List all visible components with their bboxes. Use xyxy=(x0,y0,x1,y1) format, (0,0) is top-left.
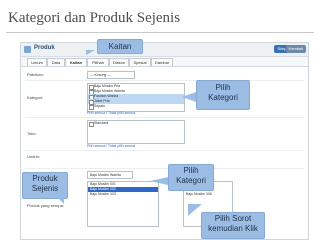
kategori-item-label: Baju Muslim Wanita xyxy=(94,89,125,93)
kategori-item[interactable]: Sepatu xyxy=(88,104,184,110)
tab-bar: Umum Data Kaitan Pilihan Diskon Spesial … xyxy=(21,57,308,67)
callout-line: Pilih xyxy=(183,166,199,175)
tab-spesial[interactable]: Spesial xyxy=(129,58,151,66)
toko-list[interactable]: Standard xyxy=(87,120,185,144)
toko-item-label: Standard xyxy=(94,121,109,125)
checkbox[interactable] xyxy=(89,122,94,127)
admin-screenshot: Produk Simpan Kembali Umum Data Kaitan P… xyxy=(20,42,309,240)
callout-pilih-kategori-arrow xyxy=(182,92,196,102)
callout-line: Pilih xyxy=(215,83,231,92)
select-all-text[interactable]: Pilih semua xyxy=(87,111,105,115)
pabrikan-label: Pabrikan: xyxy=(27,72,44,77)
callout-line: Pilih Sorot xyxy=(214,214,252,223)
callout-pilih-kategori-2: Pilih Kategori xyxy=(168,164,214,191)
callout-pilih-kategori-2-arrow xyxy=(150,177,168,185)
callout-pilih-kategori: Pilih Kategori xyxy=(196,80,250,110)
slide-title: Kategori dan Produk Sejenis xyxy=(8,10,181,26)
toko-select-all-link[interactable]: Pilih semua / Tidak pilih semua xyxy=(87,144,135,148)
pabrikan-select[interactable]: --- Kosong --- xyxy=(87,71,135,79)
callout-produk-sejenis: Produk Sejenis xyxy=(22,172,68,199)
unselect-all-text[interactable]: Tidak pilih semua xyxy=(108,144,135,148)
available-products-list[interactable]: Baju Muslim 001 Baju Muslim 002 Baju Mus… xyxy=(87,181,159,227)
tab-umum[interactable]: Umum xyxy=(27,58,47,66)
tab-data[interactable]: Data xyxy=(47,58,65,66)
product-option[interactable]: Baju Muslim 006 xyxy=(184,192,232,197)
kategori-label: Kategori: xyxy=(27,95,44,100)
back-button[interactable]: Kembali xyxy=(285,45,306,53)
callout-line: Kategori xyxy=(208,93,238,102)
kategori-select-all-link[interactable]: Pilih semua / Tidak pilih semua xyxy=(87,111,135,115)
unselect-all-text[interactable]: Tidak pilih semua xyxy=(108,111,135,115)
divider xyxy=(25,80,304,81)
divider xyxy=(25,168,304,169)
product-option[interactable]: Baju Muslim 003 xyxy=(88,192,158,197)
kategori-item-label: Fashion Wanita xyxy=(94,94,119,98)
app-header: Produk Simpan Kembali xyxy=(21,43,308,57)
product-icon xyxy=(24,46,31,53)
callout-line: Sejenis xyxy=(31,184,59,193)
app-title: Produk xyxy=(34,45,55,51)
callout-produk-sejenis-arrow xyxy=(56,196,64,204)
divider xyxy=(25,117,304,118)
callout-kaitan: Kaitan xyxy=(97,39,143,54)
callout-line: kemudian Klik xyxy=(208,224,258,233)
divider xyxy=(25,150,304,151)
tab-gambar[interactable]: Gambar xyxy=(151,58,173,66)
callout-pilih-sorot: Pilih Sorot kemudian Klik xyxy=(201,212,265,239)
toko-label: Toko: xyxy=(27,131,37,136)
toko-item[interactable]: Standard xyxy=(88,121,184,127)
kategori-item-label: Sepatu xyxy=(94,104,106,108)
callout-kaitan-arrow xyxy=(86,50,95,55)
callout-line: Produk xyxy=(32,174,58,183)
checkbox[interactable] xyxy=(89,105,94,110)
tab-kaitan[interactable]: Kaitan xyxy=(65,58,87,66)
category-filter-select[interactable]: Baju Muslim Wanita xyxy=(87,171,133,179)
kategori-item-label: Jaket Pria xyxy=(94,99,110,103)
tab-diskon[interactable]: Diskon xyxy=(109,58,129,66)
kategori-item-label: Baju Muslim Pria xyxy=(94,84,121,88)
tab-pilihan[interactable]: Pilihan xyxy=(87,58,109,66)
kategori-list[interactable]: Baju Muslim Pria Baju Muslim Wanita Fash… xyxy=(87,83,185,112)
title-divider xyxy=(6,32,314,33)
callout-line: Kategori xyxy=(176,176,206,185)
unduh-label: Unduh: xyxy=(27,154,40,159)
select-all-text[interactable]: Pilih semua xyxy=(87,144,105,148)
callout-pilih-sorot-arrow xyxy=(188,204,202,216)
